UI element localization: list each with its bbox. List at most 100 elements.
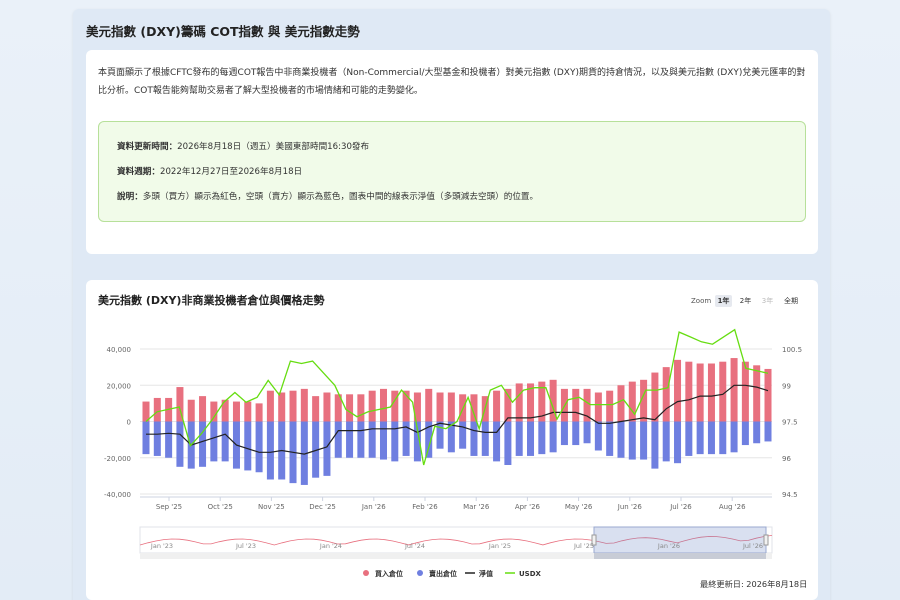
long-bar [210, 401, 218, 422]
short-bar [685, 421, 693, 456]
long-bar [594, 392, 602, 422]
legend-label: USDX [519, 570, 542, 578]
short-bar [707, 421, 715, 455]
legend-label: 買入倉位 [374, 569, 403, 578]
long-bar [300, 388, 308, 422]
long-bar [730, 358, 738, 422]
long-bar [572, 388, 580, 422]
navigator-handle-right [763, 534, 769, 546]
long-bar [504, 388, 512, 422]
short-bar [640, 421, 648, 460]
last-updated: 最終更新日: 2026年8月18日 [700, 579, 808, 589]
y-right-tick-label: 99 [782, 382, 791, 390]
short-bar [346, 421, 354, 458]
short-bar [741, 421, 749, 446]
short-bar [617, 421, 625, 458]
short-bar [153, 421, 161, 456]
short-bar [662, 421, 670, 462]
long-bar [187, 399, 195, 422]
short-bar [379, 421, 387, 460]
navigator-label: Jan '24 [319, 542, 342, 550]
x-tick-label: Jun '26 [617, 503, 643, 511]
y-right-tick-label: 100.5 [782, 346, 802, 354]
long-bar [323, 392, 331, 422]
short-bar [764, 421, 772, 442]
y-right-tick-label: 94.5 [782, 491, 798, 499]
chart-navigator: Jan '23 Jul '23 Jan '24 Jul '24 Jan '25 Jul '… [139, 526, 773, 559]
x-tick-label: Apr '26 [515, 503, 541, 511]
long-bar [493, 390, 501, 422]
navigator-label: Jan '25 [488, 542, 511, 550]
short-bar [560, 421, 568, 446]
navigator-scrollbar-thumb [594, 553, 766, 559]
long-bar [719, 361, 727, 422]
short-bar [221, 421, 229, 462]
legend-label: 淨值 [478, 569, 493, 578]
short-bar [165, 421, 173, 458]
short-bar [674, 421, 682, 464]
short-bar [493, 421, 501, 462]
short-bar [594, 421, 602, 451]
x-tick-label: Feb '26 [412, 503, 438, 511]
short-bar [527, 421, 535, 456]
short-bar [357, 421, 365, 458]
long-bar [651, 372, 659, 422]
long-bar [617, 385, 625, 422]
long-bar [685, 361, 693, 422]
long-bar [425, 388, 433, 422]
y-left-tick-label: 0 [127, 419, 131, 427]
short-bar [368, 421, 376, 458]
navigator-label: Jul '26 [742, 542, 763, 550]
navigator-label: Jul '24 [404, 542, 425, 550]
short-bar [753, 421, 761, 444]
x-tick-label: Jul '26 [669, 503, 692, 511]
long-bar [753, 365, 761, 422]
short-bar [538, 421, 546, 455]
short-bar [391, 421, 399, 462]
short-bar [719, 421, 727, 455]
long-bar [741, 361, 749, 422]
short-bar [323, 421, 331, 476]
long-bar [199, 396, 207, 422]
short-bar [459, 421, 467, 449]
short-bar [583, 421, 591, 444]
long-bar [153, 397, 161, 422]
x-tick-label: Sep '25 [156, 503, 182, 511]
y-left-tick-label: 20,000 [107, 382, 132, 390]
navigator-label: Jan '23 [150, 542, 173, 550]
short-bar [470, 421, 478, 456]
long-bar [628, 381, 636, 422]
short-bar [651, 421, 659, 469]
short-bar [549, 421, 557, 453]
long-bar [515, 383, 523, 422]
long-bar [447, 392, 455, 422]
navigator-label: Jan '26 [657, 542, 680, 550]
x-tick-label: Jan '26 [361, 503, 386, 511]
x-tick-label: Mar '26 [463, 503, 490, 511]
x-tick-label: May '26 [565, 503, 593, 511]
short-bar [255, 421, 263, 473]
long-bar [244, 401, 252, 422]
short-bar [628, 421, 636, 460]
y-left-tick-label: -20,000 [104, 455, 131, 463]
long-bar [357, 394, 365, 422]
cot-chart[interactable]: 40,000 20,000 0 -20,000 -40,000 100.5 99 97.5 96… [0, 0, 900, 600]
short-bar [572, 421, 580, 446]
long-bar [696, 363, 704, 422]
y-left-tick-label: -40,000 [104, 491, 131, 499]
legend-marker [417, 570, 423, 576]
short-bar [606, 421, 614, 456]
short-bar [481, 421, 489, 456]
long-bar [662, 367, 670, 422]
legend-marker [363, 570, 369, 576]
chart-legend: 買入倉位 賣出倉位 淨值 USDX [363, 569, 542, 578]
short-bar [696, 421, 704, 455]
y-right-tick-label: 97.5 [782, 419, 798, 427]
long-bar [391, 390, 399, 422]
long-bar [764, 368, 772, 422]
short-bar [515, 421, 523, 456]
x-tick-label: Aug '26 [719, 503, 746, 511]
short-bar [142, 421, 150, 455]
long-bar [436, 392, 444, 422]
long-bar [255, 403, 263, 422]
